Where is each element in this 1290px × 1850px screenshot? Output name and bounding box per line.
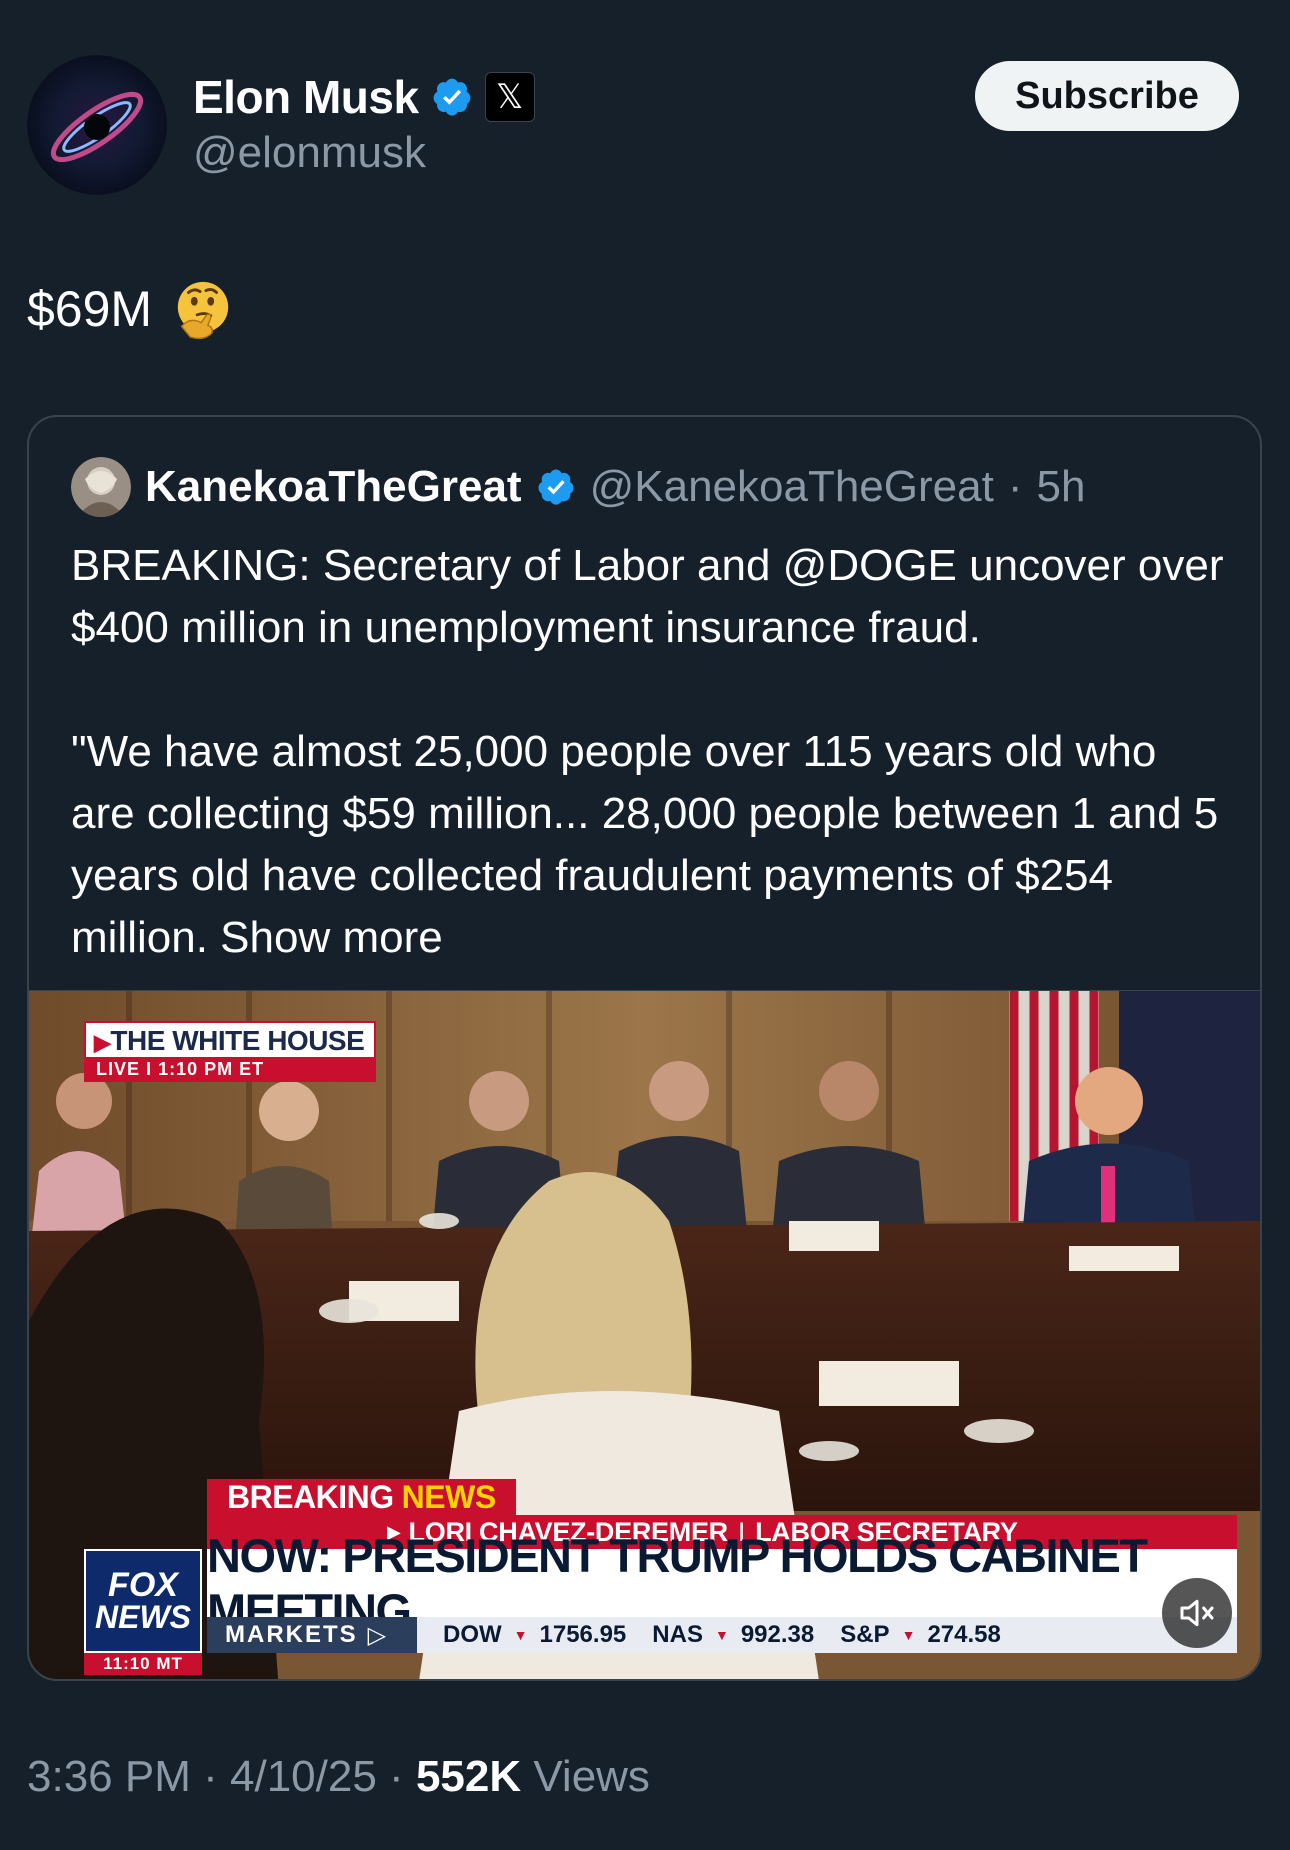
separator-dot: · [389, 1752, 404, 1801]
live-time: 1:10 PM ET [158, 1059, 265, 1079]
white-house-title: ▶THE WHITE HOUSE [84, 1021, 377, 1057]
author-avatar[interactable] [27, 55, 167, 195]
thinking-face-emoji [177, 281, 229, 340]
separator-dot: · [1007, 462, 1023, 511]
quoted-tweet-header: KanekoaTheGreat @KanekoaTheGreat · 5h [71, 457, 1085, 517]
fox-logo-line1: FOX [108, 1566, 178, 1604]
separator-dot: · [203, 1752, 218, 1801]
ticker-name: DOW [443, 1621, 502, 1648]
quoted-author-name[interactable]: KanekoaTheGreat [145, 462, 522, 512]
ticker-label: MARKETS ▷ [207, 1617, 417, 1653]
ticker-value: 1756.95 [539, 1621, 627, 1648]
speaker-muted-icon [1180, 1599, 1214, 1627]
live-time-strip: LIVE I 1:10 PM ET [84, 1057, 377, 1082]
quoted-author-avatar[interactable] [71, 457, 131, 517]
breaking-news-tag: BREAKING NEWS [207, 1479, 516, 1515]
ticker-value: 274.58 [927, 1621, 1001, 1648]
tweet-metadata: 3:36 PM · 4/10/25 · 552K Views [27, 1752, 650, 1802]
verified-badge-icon [433, 78, 470, 116]
tweet-text: $69M [27, 278, 234, 340]
live-label: LIVE [96, 1059, 141, 1079]
views-label: Views [533, 1752, 650, 1801]
news-label: NEWS [401, 1478, 497, 1515]
quoted-tweet-body: BREAKING: Secretary of Labor and @DOGE u… [71, 535, 1231, 969]
show-more-link[interactable]: Show more [220, 913, 443, 962]
author-display-name[interactable]: Elon Musk [193, 70, 419, 124]
down-arrow-icon: ▼ [901, 1627, 916, 1643]
quoted-tweet-card[interactable]: KanekoaTheGreat @KanekoaTheGreat · 5h BR… [27, 415, 1262, 1681]
white-house-title-text: THE WHITE HOUSE [110, 1025, 365, 1056]
author-name-row: Elon Musk 𝕏 [193, 68, 535, 126]
avatar-image [27, 55, 167, 195]
quoted-paragraph-2: "We have almost 25,000 people over 115 y… [71, 721, 1231, 969]
breaking-label: BREAKING [227, 1478, 394, 1515]
tweet-time[interactable]: 3:36 PM [27, 1752, 191, 1801]
fox-logo-line2: NEWS [95, 1599, 191, 1635]
views-count[interactable]: 552K [416, 1752, 521, 1801]
white-house-live-bug: ▶THE WHITE HOUSE LIVE I 1:10 PM ET [84, 1021, 377, 1082]
ticker-item: DOW ▼ 1756.95 [443, 1621, 626, 1649]
ticker-arrow-icon: ▷ [367, 1621, 389, 1649]
x-logo-icon[interactable]: 𝕏 [484, 72, 535, 122]
market-ticker: MARKETS ▷ DOW ▼ 1756.95 NAS ▼ 992.38 S&P ▼ 274.… [207, 1617, 1237, 1653]
ticker-label-text: MARKETS [225, 1621, 358, 1648]
ticker-item: S&P ▼ 274.58 [840, 1621, 1001, 1649]
tweet-text-content: $69M [27, 281, 153, 337]
mute-toggle-button[interactable] [1162, 1578, 1232, 1648]
quoted-tweet-time[interactable]: 5h [1036, 462, 1085, 512]
live-separator: I [146, 1059, 153, 1079]
down-arrow-icon: ▼ [714, 1627, 729, 1643]
ticker-name: NAS [652, 1621, 703, 1648]
ticker-name: S&P [840, 1621, 890, 1648]
ticker-item: NAS ▼ 992.38 [652, 1621, 814, 1649]
down-arrow-icon: ▼ [513, 1627, 528, 1643]
lower-third-headline: NOW: PRESIDENT TRUMP HOLDS CABINET MEETI… [207, 1529, 1237, 1637]
play-triangle-icon: ▶ [94, 1030, 111, 1055]
video-player[interactable]: ▶THE WHITE HOUSE LIVE I 1:10 PM ET BREAK… [29, 990, 1260, 1679]
subscribe-button[interactable]: Subscribe [975, 61, 1239, 131]
quoted-avatar-image [71, 457, 131, 517]
fox-news-logo: FOX NEWS [84, 1549, 202, 1653]
quoted-author-handle[interactable]: @KanekoaTheGreat [590, 462, 994, 512]
tweet-date[interactable]: 4/10/25 [230, 1752, 377, 1801]
ticker-value: 992.38 [740, 1621, 815, 1648]
quoted-paragraph-1: BREAKING: Secretary of Labor and @DOGE u… [71, 541, 1224, 652]
author-handle[interactable]: @elonmusk [193, 128, 426, 178]
verified-badge-icon [538, 469, 574, 505]
fox-clock: 11:10 MT [84, 1653, 202, 1675]
